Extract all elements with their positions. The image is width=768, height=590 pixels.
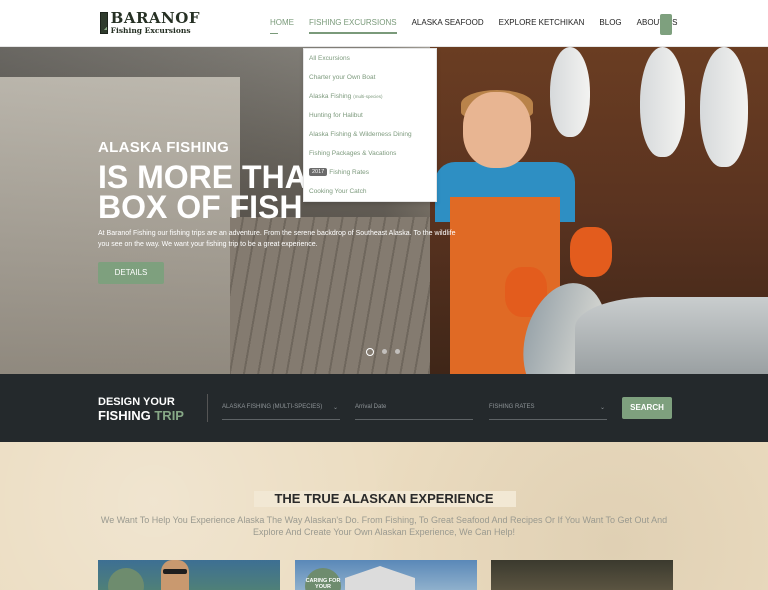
- experience-subtitle: We Want To Help You Experience Alaska Th…: [100, 515, 668, 537]
- card-badge: [108, 568, 144, 590]
- dropdown-item-wilderness-dining[interactable]: Alaska Fishing & Wilderness Dining: [304, 125, 436, 144]
- baranof-logo[interactable]: BARANOF Fishing Excursions: [100, 11, 200, 35]
- dropdown-item-cooking[interactable]: Cooking Your Catch: [304, 182, 436, 201]
- header-action-button[interactable]: [660, 14, 672, 35]
- house-photo: [345, 566, 415, 590]
- main-nav: HOME FISHING EXCURSIONS ALASKA SEAFOOD E…: [270, 18, 692, 34]
- logo-mountain-icon: [100, 12, 108, 34]
- experience-card-fishing[interactable]: [98, 560, 280, 590]
- logo-title: BARANOF: [110, 9, 200, 28]
- trip-type-select[interactable]: ALASKA FISHING (MULTI-SPECIES) ⌄: [222, 404, 340, 420]
- dropdown-item-rates[interactable]: 2017 Fishing Rates: [304, 163, 436, 182]
- multi-species-note: (multi-species): [353, 94, 383, 99]
- slider-dot-1[interactable]: [366, 347, 374, 356]
- slider-dot-3[interactable]: [395, 349, 400, 354]
- nav-fishing-excursions[interactable]: FISHING EXCURSIONS: [309, 18, 397, 34]
- design-trip-bar: DESIGN YOUR FISHING TRIP ALASKA FISHING …: [0, 374, 768, 442]
- rates-select[interactable]: FISHING RATES ⌄: [489, 404, 607, 420]
- fishing-excursions-dropdown: All Excursions Charter your Own Boat Ala…: [303, 48, 437, 202]
- experience-section: THE TRUE ALASKAN EXPERIENCE We Want To H…: [0, 442, 768, 590]
- slider-dot-2[interactable]: [382, 349, 387, 354]
- dropdown-item-alaska-fishing[interactable]: Alaska Fishing (multi-species): [304, 87, 436, 106]
- details-button[interactable]: DETAILS: [98, 262, 164, 284]
- hero-description: At Baranof Fishing our fishing trips are…: [98, 230, 456, 248]
- dropdown-item-charter[interactable]: Charter your Own Boat: [304, 68, 436, 87]
- year-badge: 2017: [309, 168, 328, 177]
- nav-alaska-seafood[interactable]: ALASKA SEAFOOD: [412, 18, 484, 34]
- search-button[interactable]: SEARCH: [622, 397, 672, 419]
- dropdown-item-all-excursions[interactable]: All Excursions: [304, 49, 436, 68]
- chevron-down-icon: ⌄: [332, 405, 338, 411]
- site-header: BARANOF Fishing Excursions HOME FISHING …: [0, 0, 768, 47]
- nav-blog[interactable]: BLOG: [599, 18, 621, 34]
- chevron-down-icon: ⌄: [599, 405, 605, 411]
- guide-photo: [161, 560, 189, 590]
- divider: [200, 394, 208, 422]
- experience-card-explore[interactable]: [491, 560, 673, 590]
- hero-fish-pile-image: [575, 297, 768, 374]
- design-trip-title: DESIGN YOUR FISHING TRIP: [98, 396, 184, 423]
- experience-title: THE TRUE ALASKAN EXPERIENCE: [274, 491, 494, 506]
- logo-subtitle: Fishing Excursions: [110, 26, 191, 36]
- arrival-date-input[interactable]: Arrival Date: [355, 404, 473, 420]
- card-badge-caring: CARING FOR YOUR: [305, 568, 341, 590]
- nav-home[interactable]: HOME: [270, 18, 294, 34]
- nav-explore-ketchikan[interactable]: EXPLORE KETCHIKAN: [499, 18, 585, 34]
- experience-card-seafood[interactable]: CARING FOR YOUR: [295, 560, 477, 590]
- slider-dots: [366, 347, 408, 356]
- dropdown-item-halibut[interactable]: Hunting for Halibut: [304, 106, 436, 125]
- dropdown-item-packages[interactable]: Fishing Packages & Vacations: [304, 144, 436, 163]
